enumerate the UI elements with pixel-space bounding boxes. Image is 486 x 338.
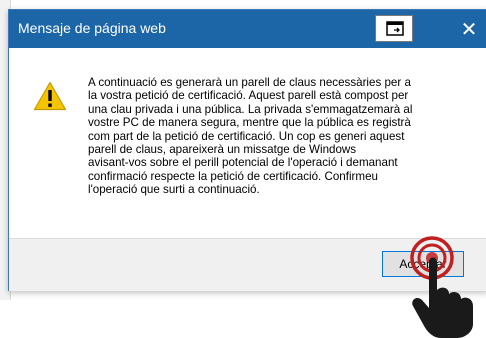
warning-icon xyxy=(33,81,67,111)
message-dialog: Mensaje de página web ✕ A continuació es… xyxy=(8,9,486,291)
dialog-message: A continuació es generarà un parell de c… xyxy=(88,76,413,197)
restore-window-button[interactable] xyxy=(375,15,413,42)
close-icon: ✕ xyxy=(460,19,478,41)
dialog-title: Mensaje de página web xyxy=(18,20,166,36)
restore-window-icon xyxy=(386,21,404,36)
accept-button[interactable]: Acceptar xyxy=(382,251,464,277)
dialog-titlebar: Mensaje de página web ✕ xyxy=(9,10,486,48)
close-button[interactable]: ✕ xyxy=(453,16,485,44)
dialog-body: A continuació es generarà un parell de c… xyxy=(9,48,486,238)
dialog-footer: Acceptar xyxy=(9,238,486,291)
